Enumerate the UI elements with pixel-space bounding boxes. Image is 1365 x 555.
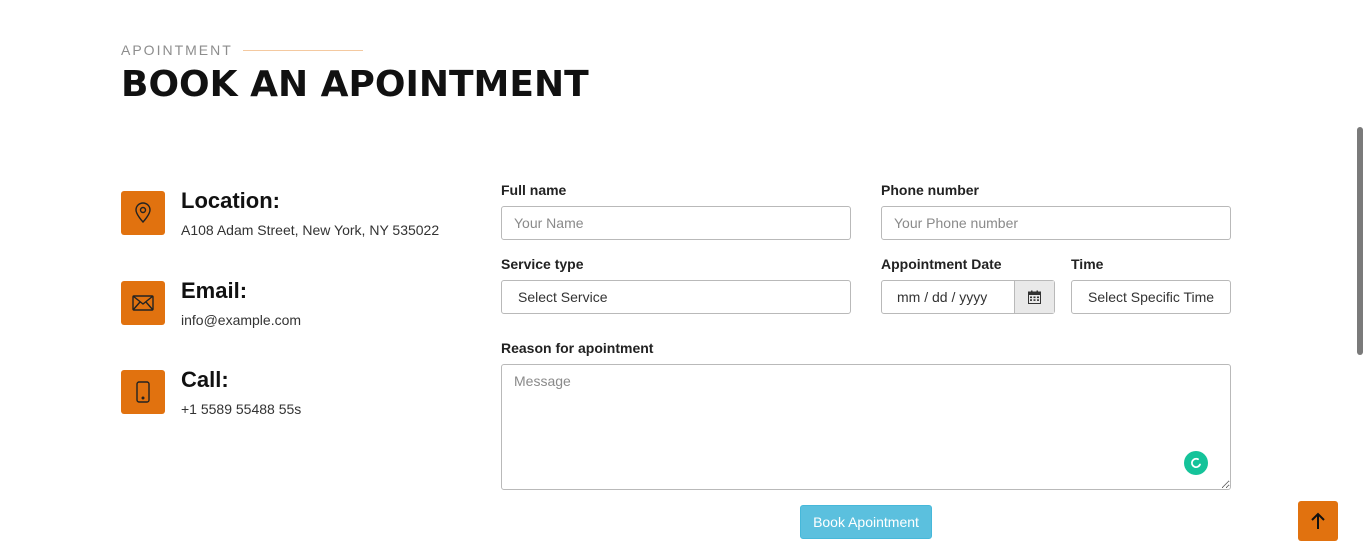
time-label: Time: [1071, 256, 1104, 272]
email-value: info@example.com: [181, 312, 302, 328]
arrow-up-icon: [1311, 512, 1325, 529]
full-name-label: Full name: [501, 182, 567, 198]
scrollbar[interactable]: [1355, 0, 1365, 555]
back-to-top-button[interactable]: [1298, 501, 1338, 541]
appointment-date-input[interactable]: mm / dd / yyyy: [881, 280, 1055, 314]
location-title: Location:: [181, 188, 280, 213]
location-value: A108 Adam Street, New York, NY 535022: [181, 222, 440, 238]
map-pin-icon: [121, 191, 165, 235]
page-title: BOOK AN APOINTMENT: [121, 64, 589, 105]
eyebrow-text: APOINTMENT: [121, 42, 233, 58]
full-name-input[interactable]: [501, 206, 851, 240]
date-value: mm / dd / yyyy: [897, 289, 988, 305]
phone-icon: [121, 370, 165, 414]
call-value: +1 5589 55488 55s: [181, 401, 302, 417]
contact-call: Call: +1 5589 55488 55s: [121, 367, 302, 417]
book-appointment-button[interactable]: Book Apointment: [800, 505, 932, 539]
contact-location: Location: A108 Adam Street, New York, NY…: [121, 188, 440, 238]
phone-input[interactable]: [881, 206, 1231, 240]
reason-label: Reason for apointment: [501, 340, 654, 356]
grammarly-icon[interactable]: [1184, 451, 1208, 475]
eyebrow-divider: [242, 49, 363, 51]
time-select[interactable]: Select Specific Time: [1071, 280, 1231, 314]
contact-email: Email: info@example.com: [121, 278, 302, 328]
envelope-icon: [121, 281, 165, 325]
scrollbar-thumb[interactable]: [1357, 127, 1363, 355]
phone-label: Phone number: [881, 182, 980, 198]
calendar-icon[interactable]: [1014, 281, 1054, 313]
appointment-date-label: Appointment Date: [881, 256, 1002, 272]
service-type-value: Select Service: [518, 289, 608, 305]
section-eyebrow: APOINTMENT: [121, 42, 363, 58]
email-title: Email:: [181, 278, 248, 303]
time-value: Select Specific Time: [1088, 289, 1215, 305]
reason-textarea[interactable]: [501, 364, 1231, 490]
service-type-select[interactable]: Select Service: [501, 280, 851, 314]
service-type-label: Service type: [501, 256, 584, 272]
call-title: Call:: [181, 367, 229, 392]
